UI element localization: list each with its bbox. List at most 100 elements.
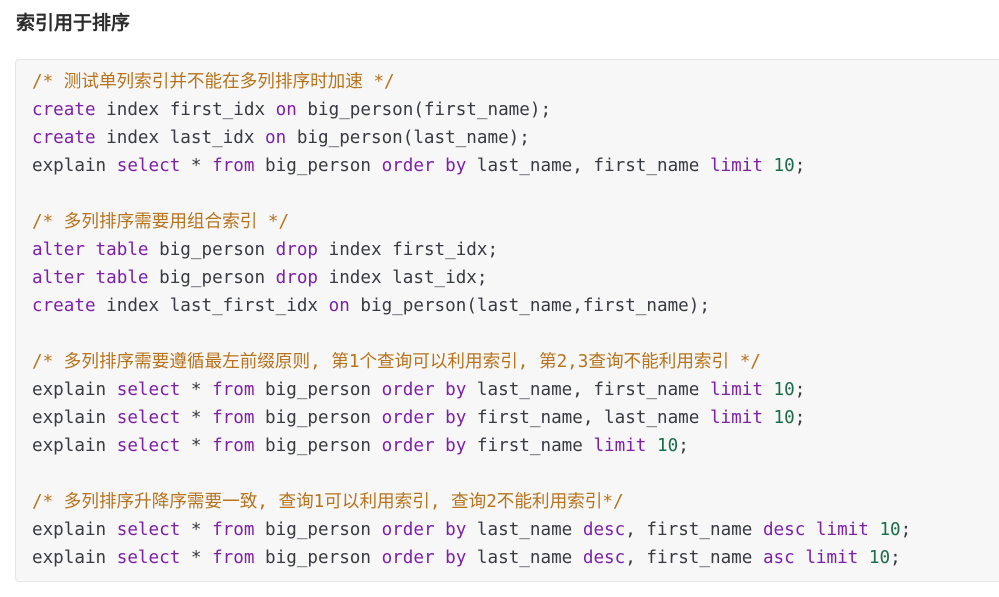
- code-token-plain: *: [180, 436, 213, 456]
- code-token-keyword: desc: [582, 548, 626, 568]
- code-line: create index first_idx on big_person(fir…: [32, 96, 911, 124]
- code-line: explain select * from big_person order b…: [32, 404, 911, 432]
- code-token-number: 10: [773, 380, 795, 400]
- code-token-plain: index first_idx;: [318, 240, 499, 260]
- code-token-plain: last_name, first_name: [466, 380, 710, 400]
- code-token-plain: explain: [32, 408, 117, 428]
- code-token-keyword: from: [212, 156, 255, 176]
- code-token-plain: index last_idx: [95, 128, 266, 148]
- code-token-plain: explain: [32, 156, 117, 176]
- code-token-plain: big_person: [148, 240, 276, 260]
- blank-code-line: [32, 460, 911, 488]
- code-token-plain: big_person: [254, 436, 382, 456]
- code-token-keyword: limit: [709, 380, 763, 400]
- code-token-keyword: on: [275, 100, 297, 120]
- code-token-number: 10: [773, 156, 795, 176]
- code-token-comment: /* 测试单列索引并不能在多列排序时加速 */: [32, 72, 395, 92]
- code-token-keyword: create: [32, 128, 96, 148]
- code-token-keyword: desc: [582, 520, 626, 540]
- code-line: explain select * from big_person order b…: [32, 516, 911, 544]
- code-token-keyword: from: [212, 436, 255, 456]
- code-line: create index last_first_idx on big_perso…: [32, 292, 911, 320]
- code-token-plain: ;: [794, 156, 806, 176]
- code-token-plain: index last_first_idx: [95, 296, 329, 316]
- code-line: /* 多列排序需要遵循最左前缀原则, 第1个查询可以利用索引, 第2,3查询不能…: [32, 348, 911, 376]
- section-heading: 索引用于排序: [16, 12, 131, 34]
- code-token-plain: explain: [32, 436, 117, 456]
- code-token-keyword: from: [212, 380, 255, 400]
- code-line: alter table big_person drop index first_…: [32, 236, 911, 264]
- code-token-plain: big_person: [254, 520, 382, 540]
- code-token-keyword: from: [212, 408, 255, 428]
- code-token-keyword: select: [116, 436, 181, 456]
- code-token-keyword: alter table: [32, 240, 149, 260]
- code-token-plain: big_person(first_name);: [296, 100, 552, 120]
- code-line: /* 多列排序升降序需要一致, 查询1可以利用索引, 查询2不能利用索引*/: [32, 488, 911, 516]
- code-token-number: 10: [879, 520, 901, 540]
- code-token-plain: *: [180, 520, 213, 540]
- code-token-plain: ;: [900, 520, 912, 540]
- code-token-plain: ;: [794, 380, 806, 400]
- code-token-keyword: order by: [381, 436, 467, 456]
- code-token-plain: big_person: [254, 408, 382, 428]
- code-token-plain: big_person(last_name);: [286, 128, 530, 148]
- code-token-keyword: limit: [815, 520, 869, 540]
- code-token-number: 10: [868, 548, 891, 568]
- code-token-plain: big_person(last_name,first_name);: [349, 296, 710, 316]
- code-token-keyword: drop: [275, 268, 319, 288]
- code-line: explain select * from big_person order b…: [32, 544, 911, 572]
- code-token-plain: *: [180, 408, 213, 428]
- code-token-keyword: limit: [709, 156, 763, 176]
- code-token-plain: last_name, first_name: [466, 156, 710, 176]
- code-token-keyword: order by: [381, 548, 467, 568]
- code-token-number: 10: [657, 436, 679, 456]
- code-line: explain select * from big_person order b…: [32, 432, 911, 460]
- code-token-keyword: alter table: [32, 268, 149, 288]
- code-token-keyword: asc: [762, 548, 795, 568]
- blank-code-line: [32, 320, 911, 348]
- code-token-keyword: select: [116, 520, 181, 540]
- code-token-plain: ;: [678, 436, 689, 456]
- code-token-plain: *: [180, 156, 213, 176]
- code-token-keyword: select: [116, 548, 181, 568]
- code-token-keyword: from: [212, 548, 255, 568]
- code-token-plain: last_name: [466, 520, 583, 540]
- code-token-plain: first_name, last_name: [466, 408, 710, 428]
- code-token-keyword: drop: [275, 240, 319, 260]
- code-token-plain: *: [180, 380, 213, 400]
- blank-code-line: [32, 180, 911, 208]
- code-line: alter table big_person drop index last_i…: [32, 264, 911, 292]
- code-line: explain select * from big_person order b…: [32, 376, 911, 404]
- code-token-keyword: create: [32, 100, 96, 120]
- code-token-keyword: select: [116, 408, 181, 428]
- code-token-plain: ;: [794, 408, 806, 428]
- code-token-comment: /* 多列排序升降序需要一致, 查询1可以利用索引, 查询2不能利用索引*/: [32, 492, 624, 512]
- code-token-keyword: from: [212, 520, 255, 540]
- code-token-plain: big_person: [254, 156, 382, 176]
- code-token-plain: first_name: [466, 436, 594, 456]
- code-token-keyword: limit: [805, 548, 859, 568]
- code-token-plain: last_name: [466, 548, 583, 568]
- code-token-plain: explain: [32, 380, 117, 400]
- code-line: create index last_idx on big_person(last…: [32, 124, 911, 152]
- code-token-keyword: on: [265, 128, 287, 148]
- code-content: /* 测试单列索引并不能在多列排序时加速 */ create index firs…: [32, 68, 911, 572]
- code-token-plain: *: [180, 548, 213, 568]
- code-token-keyword: order by: [381, 156, 467, 176]
- code-line: explain select * from big_person order b…: [32, 152, 911, 180]
- code-line: /* 测试单列索引并不能在多列排序时加速 */: [32, 68, 911, 96]
- code-token-keyword: select: [116, 156, 181, 176]
- code-token-keyword: desc: [762, 520, 806, 540]
- code-token-plain: , first_name: [625, 520, 763, 540]
- code-token-plain: ;: [890, 548, 901, 568]
- code-token-plain: index last_idx;: [318, 268, 488, 288]
- code-token-keyword: order by: [381, 408, 467, 428]
- code-token-keyword: limit: [593, 436, 647, 456]
